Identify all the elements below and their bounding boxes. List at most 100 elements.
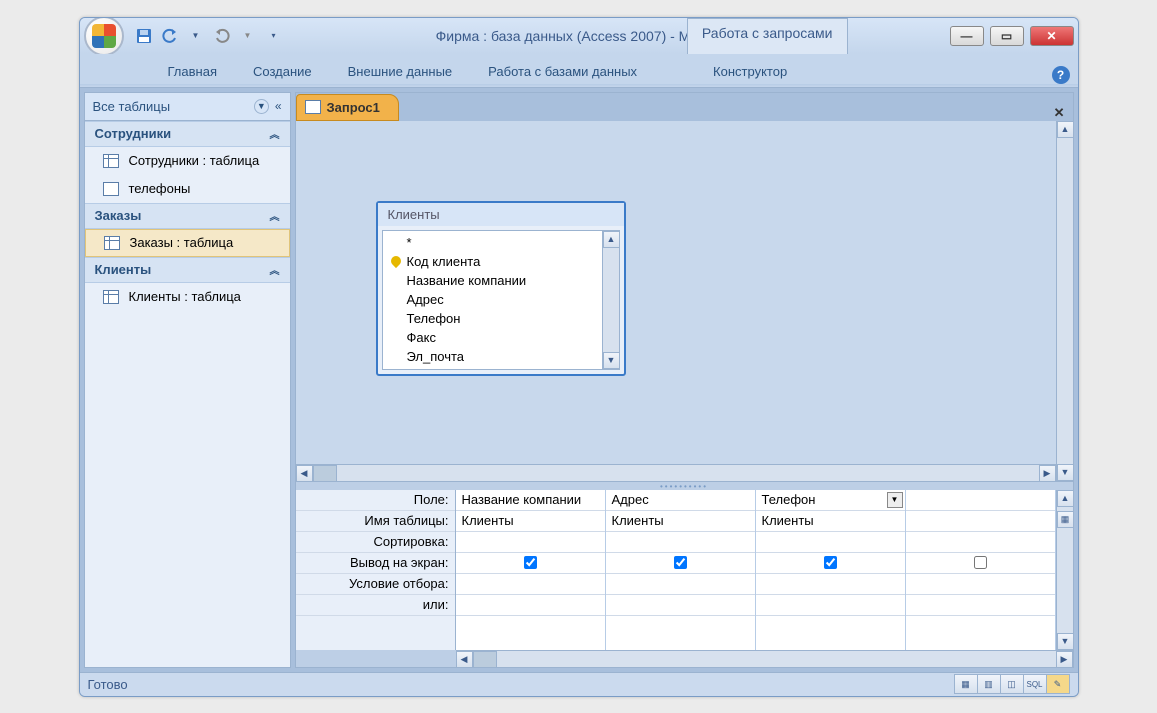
grid-cell[interactable]	[456, 574, 605, 595]
view-pivotchart-button[interactable]: ◫	[1000, 674, 1024, 694]
scroll-right-icon[interactable]: ▶	[1039, 465, 1056, 482]
nav-group-header[interactable]: Клиенты ︽	[85, 257, 290, 283]
grid-cell[interactable]	[756, 532, 905, 553]
context-tab-query-tools[interactable]: Работа с запросами	[687, 18, 848, 54]
grid-cell[interactable]	[906, 574, 1055, 595]
grid-cell[interactable]: Клиенты	[606, 511, 755, 532]
scroll-up-icon[interactable]: ▲	[1057, 121, 1073, 138]
view-design-button[interactable]: ✎	[1046, 674, 1070, 694]
scroll-thumb[interactable]	[313, 465, 337, 482]
grid-cell[interactable]	[456, 532, 605, 553]
grid-cell[interactable]	[606, 553, 755, 574]
close-document-icon[interactable]: ✕	[1046, 105, 1073, 121]
show-checkbox[interactable]	[524, 556, 537, 569]
pane-splitter[interactable]: ••••••••••	[296, 482, 1073, 490]
grid-cell[interactable]	[906, 490, 1055, 511]
grid-options-icon[interactable]: ▦	[1057, 511, 1074, 528]
undo-icon[interactable]	[162, 28, 178, 44]
window-controls: — ▭ ✕	[950, 26, 1074, 46]
grid-cell[interactable]	[906, 532, 1055, 553]
field-list-item[interactable]: Эл_почта	[389, 347, 596, 366]
qat-customize-icon[interactable]: ▾	[266, 28, 282, 44]
grid-cell[interactable]	[756, 553, 905, 574]
grid-cell[interactable]	[906, 595, 1055, 616]
cell-dropdown-icon[interactable]: ▼	[887, 492, 903, 508]
nav-item[interactable]: Сотрудники : таблица	[85, 147, 290, 175]
grid-cell[interactable]	[906, 553, 1055, 574]
grid-cell[interactable]: Клиенты	[756, 511, 905, 532]
field-list-item[interactable]: Факс	[389, 328, 596, 347]
query-design-surface[interactable]: Клиенты *Код клиентаНазвание компанииАдр…	[296, 121, 1073, 482]
nav-group-title: Клиенты	[95, 262, 152, 277]
grid-cell[interactable]: Клиенты	[456, 511, 605, 532]
view-sql-button[interactable]: SQL	[1023, 674, 1047, 694]
grid-cell[interactable]	[456, 553, 605, 574]
nav-item[interactable]: телефоны	[85, 175, 290, 203]
grid-cell[interactable]	[756, 595, 905, 616]
close-button[interactable]: ✕	[1030, 26, 1074, 46]
scroll-down-icon[interactable]: ▼	[1057, 633, 1074, 650]
collapse-pane-icon[interactable]: «	[275, 99, 282, 113]
redo-icon[interactable]	[214, 28, 230, 44]
nav-item[interactable]: Клиенты : таблица	[85, 283, 290, 311]
ribbon-tab-dbtools[interactable]: Работа с базами данных	[470, 59, 655, 84]
ribbon-tab-home[interactable]: Главная	[150, 59, 235, 84]
nav-item[interactable]: Заказы : таблица	[85, 229, 290, 257]
field-list-item[interactable]: Телефон	[389, 309, 596, 328]
scroll-down-icon[interactable]: ▼	[603, 352, 620, 369]
view-datasheet-button[interactable]: ▦	[954, 674, 978, 694]
minimize-button[interactable]: —	[950, 26, 984, 46]
grid-cell[interactable]: Название компании	[456, 490, 605, 511]
nav-group-header[interactable]: Сотрудники︽	[85, 121, 290, 147]
field-list-item[interactable]: *	[389, 233, 596, 252]
grid-cell[interactable]	[606, 532, 755, 553]
nav-pane-header[interactable]: Все таблицы ▼ «	[85, 93, 290, 121]
ribbon-tab-external[interactable]: Внешние данные	[330, 59, 471, 84]
scroll-up-icon[interactable]: ▲	[1057, 490, 1074, 507]
dropdown-icon[interactable]: ▼	[188, 28, 204, 44]
design-vertical-scrollbar[interactable]: ▲ ▼	[1056, 121, 1073, 481]
scroll-down-icon[interactable]: ▼	[1057, 464, 1073, 481]
grid-cell[interactable]: Адрес	[606, 490, 755, 511]
query-icon	[103, 182, 119, 196]
grid-horizontal-scrollbar[interactable]: ◀ ▶	[456, 650, 1073, 667]
scroll-right-icon[interactable]: ▶	[1056, 651, 1073, 668]
field-list-item[interactable]: Адрес	[389, 290, 596, 309]
show-checkbox[interactable]	[674, 556, 687, 569]
field-list-clients[interactable]: Клиенты *Код клиентаНазвание компанииАдр…	[376, 201, 626, 376]
scroll-left-icon[interactable]: ◀	[296, 465, 313, 482]
grid-cell[interactable]	[456, 595, 605, 616]
grid-cell[interactable]	[606, 595, 755, 616]
design-horizontal-scrollbar[interactable]: ◀ ▶	[296, 464, 1056, 481]
document-tab-query1[interactable]: Запрос1	[296, 94, 399, 121]
query-design-grid: Поле:Имя таблицы:Сортировка:Вывод на экр…	[296, 490, 1073, 650]
chevron-up-icon[interactable]: ︽	[270, 126, 280, 141]
field-list-item[interactable]: Название компании	[389, 271, 596, 290]
show-checkbox[interactable]	[974, 556, 987, 569]
chevron-up-icon[interactable]: ︽	[270, 208, 280, 223]
scroll-thumb[interactable]	[473, 651, 497, 668]
help-icon[interactable]: ?	[1052, 66, 1070, 84]
field-list-scrollbar[interactable]: ▲ ▼	[602, 231, 619, 369]
grid-cell[interactable]: Телефон▼	[756, 490, 905, 511]
chevron-down-icon[interactable]: ▼	[254, 99, 269, 114]
scroll-up-icon[interactable]: ▲	[603, 231, 620, 248]
grid-cell[interactable]	[606, 574, 755, 595]
grid-vertical-scrollbar[interactable]: ▲ ▦ ▼	[1056, 490, 1073, 650]
nav-group-header[interactable]: Заказы︽	[85, 203, 290, 229]
office-button[interactable]	[84, 17, 124, 56]
show-checkbox[interactable]	[824, 556, 837, 569]
ribbon-tab-create[interactable]: Создание	[235, 59, 330, 84]
grid-cell[interactable]	[756, 574, 905, 595]
dropdown-icon[interactable]: ▼	[240, 28, 256, 44]
save-icon[interactable]	[136, 28, 152, 44]
maximize-button[interactable]: ▭	[990, 26, 1024, 46]
ribbon-tab-design[interactable]: Конструктор	[695, 59, 805, 84]
view-pivottable-button[interactable]: ▥	[977, 674, 1001, 694]
field-list-title: Клиенты	[378, 203, 624, 226]
grid-cell[interactable]	[906, 511, 1055, 532]
scroll-left-icon[interactable]: ◀	[456, 651, 473, 668]
field-list-item[interactable]: Код клиента	[389, 252, 596, 271]
chevron-up-icon[interactable]: ︽	[270, 262, 280, 277]
table-icon	[103, 154, 119, 168]
